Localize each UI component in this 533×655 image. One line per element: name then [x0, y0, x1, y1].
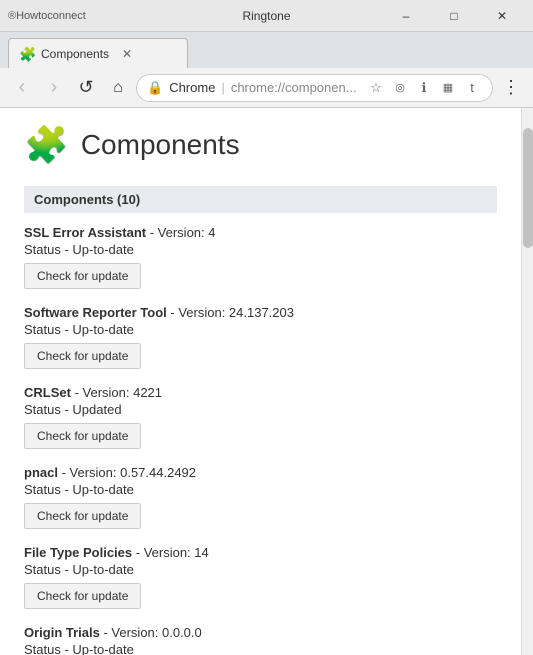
list-item: Origin Trials - Version: 0.0.0.0 Status -…: [24, 625, 497, 655]
star-icon[interactable]: ☆: [366, 78, 386, 98]
component-name: pnacl: [24, 465, 58, 480]
component-name-line: CRLSet - Version: 4221: [24, 385, 497, 400]
component-version: - Version: 14: [132, 545, 209, 560]
title-bar-left: ®Howtoconnect: [8, 10, 86, 22]
component-status: Status - Up-to-date: [24, 242, 497, 257]
component-version: - Version: 4221: [71, 385, 162, 400]
component-name-line: pnacl - Version: 0.57.44.2492: [24, 465, 497, 480]
component-status: Status - Up-to-date: [24, 642, 497, 655]
tab-bar: 🧩 Components ✕: [0, 32, 533, 68]
component-status: Status - Up-to-date: [24, 562, 497, 577]
menu-button[interactable]: ⋮: [497, 74, 525, 102]
tab-favicon-icon: 🧩: [19, 46, 35, 62]
component-name: SSL Error Assistant: [24, 225, 146, 240]
list-item: Software Reporter Tool - Version: 24.137…: [24, 305, 497, 371]
back-button[interactable]: ‹: [8, 74, 36, 102]
title-bar: ®Howtoconnect Ringtone – □ ✕: [0, 0, 533, 32]
tab-components[interactable]: 🧩 Components ✕: [8, 38, 188, 68]
component-name: Software Reporter Tool: [24, 305, 167, 320]
page-title: Components: [81, 129, 240, 161]
component-name: File Type Policies: [24, 545, 132, 560]
home-button[interactable]: ⌂: [104, 74, 132, 102]
scrollbar-thumb[interactable]: [523, 128, 533, 248]
title-bar-controls: – □ ✕: [383, 0, 525, 32]
tab-title: Components: [41, 47, 109, 61]
page-header: 🧩 Components: [24, 124, 497, 166]
list-item: SSL Error Assistant - Version: 4 Status -…: [24, 225, 497, 291]
bookmark1-icon[interactable]: ▦: [438, 78, 458, 98]
components-icon: 🧩: [24, 124, 69, 166]
list-item: pnacl - Version: 0.57.44.2492 Status - Up…: [24, 465, 497, 531]
main-content: 🧩 Components Components (10) SSL Error A…: [0, 108, 521, 655]
address-bar[interactable]: 🔒 Chrome | chrome://componen... ☆ ◎ ℹ ▦ …: [136, 74, 493, 102]
component-name: Origin Trials: [24, 625, 100, 640]
close-button[interactable]: ✕: [479, 0, 525, 32]
component-name: CRLSet: [24, 385, 71, 400]
component-name-line: Origin Trials - Version: 0.0.0.0: [24, 625, 497, 640]
check-update-button[interactable]: Check for update: [24, 503, 141, 529]
component-version: - Version: 24.137.203: [167, 305, 294, 320]
component-version: - Version: 0.57.44.2492: [58, 465, 196, 480]
component-name-line: File Type Policies - Version: 14: [24, 545, 497, 560]
check-update-button[interactable]: Check for update: [24, 583, 141, 609]
component-version: - Version: 4: [146, 225, 215, 240]
tab-close-button[interactable]: ✕: [119, 46, 135, 62]
minimize-button[interactable]: –: [383, 0, 429, 32]
address-separator: |: [221, 80, 224, 95]
info-icon[interactable]: ℹ: [414, 78, 434, 98]
restore-button[interactable]: □: [431, 0, 477, 32]
check-update-button[interactable]: Check for update: [24, 343, 141, 369]
site-label: ®Howtoconnect: [8, 10, 86, 22]
reload-button[interactable]: ↺: [72, 74, 100, 102]
component-status: Status - Updated: [24, 402, 497, 417]
nav-bar: ‹ › ↺ ⌂ 🔒 Chrome | chrome://componen... …: [0, 68, 533, 108]
bookmark2-icon[interactable]: t: [462, 78, 482, 98]
check-update-button[interactable]: Check for update: [24, 263, 141, 289]
component-version: - Version: 0.0.0.0: [100, 625, 202, 640]
component-name-line: Software Reporter Tool - Version: 24.137…: [24, 305, 497, 320]
lock-icon: 🔒: [147, 80, 163, 96]
forward-button[interactable]: ›: [40, 74, 68, 102]
component-name-line: SSL Error Assistant - Version: 4: [24, 225, 497, 240]
list-item: File Type Policies - Version: 14 Status -…: [24, 545, 497, 611]
address-path: chrome://componen...: [231, 80, 357, 95]
scrollbar[interactable]: [521, 108, 533, 655]
ringtone-label: Ringtone: [242, 9, 290, 23]
address-icons: ☆ ◎ ℹ ▦ t: [366, 78, 482, 98]
component-status: Status - Up-to-date: [24, 322, 497, 337]
address-domain: Chrome: [169, 80, 215, 95]
pocket-icon[interactable]: ◎: [390, 78, 410, 98]
section-header: Components (10): [24, 186, 497, 213]
component-status: Status - Up-to-date: [24, 482, 497, 497]
list-item: CRLSet - Version: 4221 Status - Updated Ch…: [24, 385, 497, 451]
title-bar-center: Ringtone: [242, 9, 290, 23]
content-area: 🧩 Components Components (10) SSL Error A…: [0, 108, 533, 655]
components-list: SSL Error Assistant - Version: 4 Status -…: [24, 225, 497, 655]
check-update-button[interactable]: Check for update: [24, 423, 141, 449]
